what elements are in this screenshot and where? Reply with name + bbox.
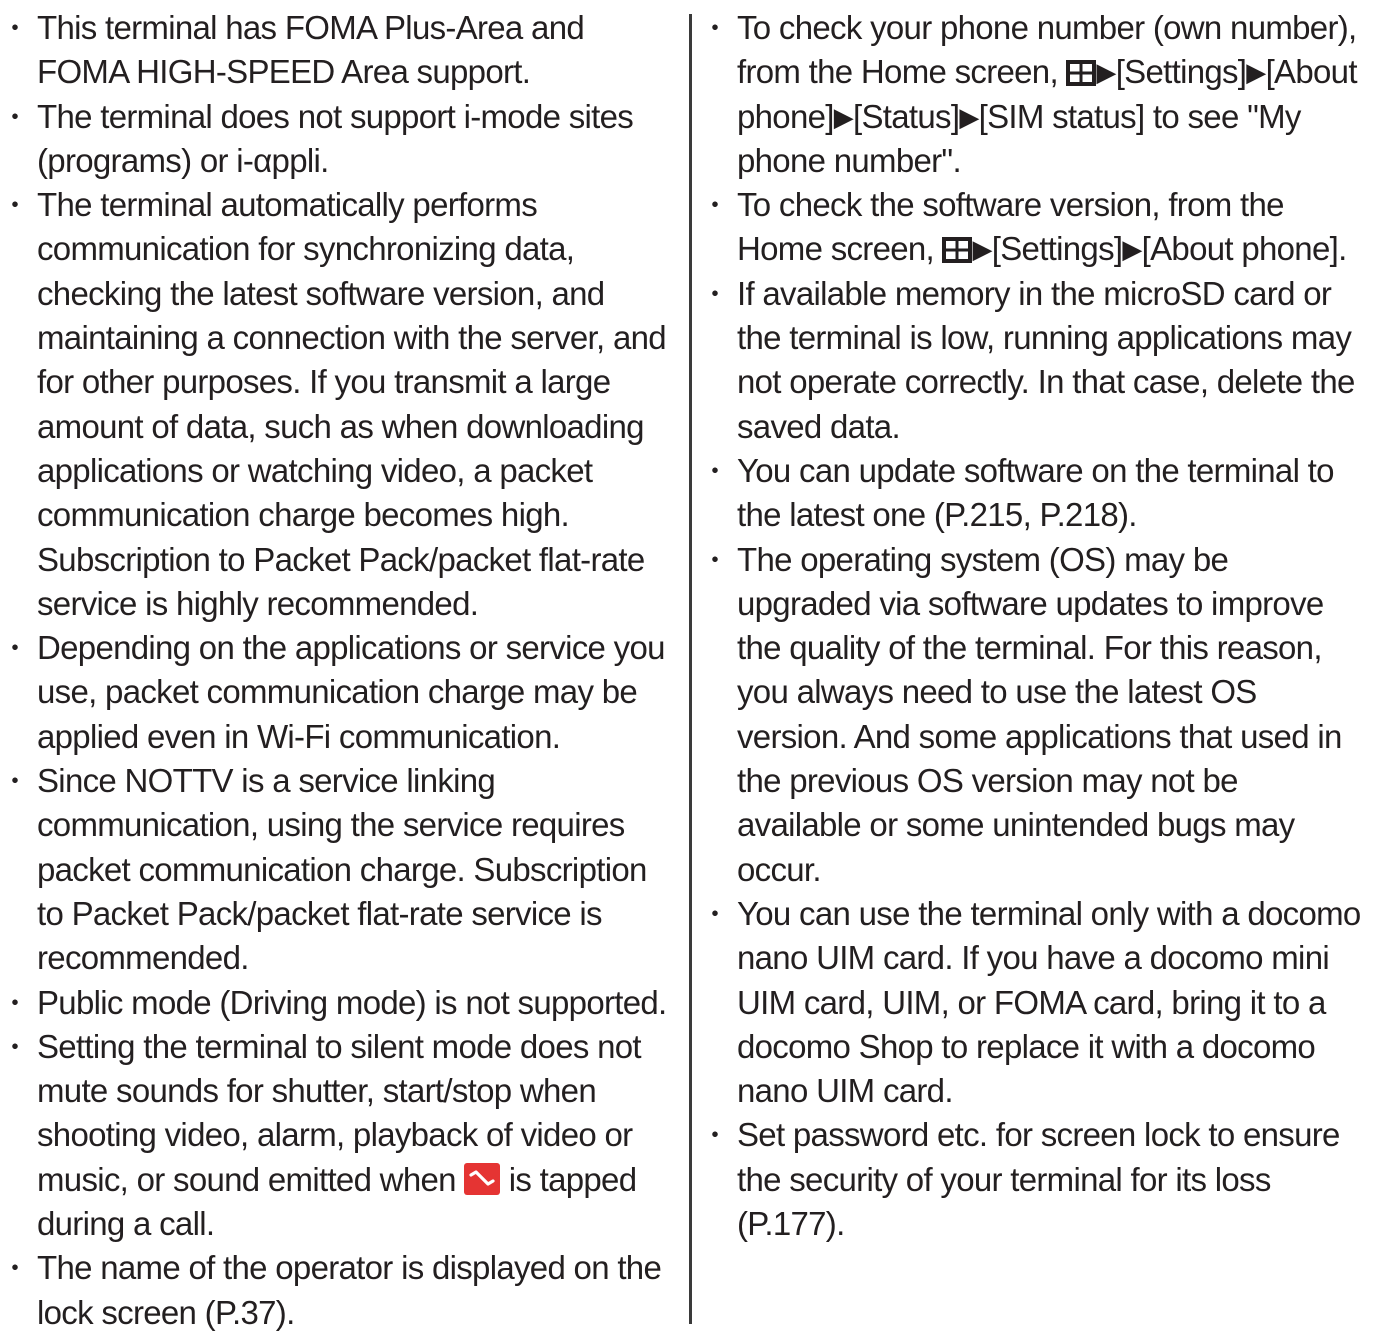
- list-item-phone-number: To check your phone number (own number),…: [702, 6, 1370, 183]
- list-item: Since NOTTV is a service linking communi…: [2, 759, 670, 980]
- item-text: [Status]: [853, 97, 960, 135]
- arrow-right-icon: ▶: [833, 101, 854, 132]
- end-call-icon: [464, 1162, 501, 1195]
- apps-grid-icon: [1066, 53, 1097, 87]
- left-column: This terminal has FOMA Plus-Area and FOM…: [2, 6, 670, 1335]
- list-item: The operating system (OS) may be upgrade…: [702, 538, 1370, 892]
- list-item: This terminal has FOMA Plus-Area and FOM…: [2, 6, 670, 95]
- list-item: If available memory in the microSD card …: [702, 272, 1370, 449]
- left-bullet-list: This terminal has FOMA Plus-Area and FOM…: [2, 6, 670, 1335]
- list-item: The name of the operator is displayed on…: [2, 1246, 670, 1335]
- right-bullet-list: To check your phone number (own number),…: [702, 6, 1370, 1246]
- item-text: [Settings]: [1115, 53, 1247, 91]
- list-item: You can update software on the terminal …: [702, 449, 1370, 538]
- list-item-software-version: To check the software version, from the …: [702, 183, 1370, 272]
- arrow-right-icon: ▶: [1122, 234, 1142, 265]
- column-divider: [689, 14, 692, 1324]
- item-text: [About phone].: [1141, 230, 1348, 268]
- arrow-right-icon: ▶: [959, 101, 979, 132]
- arrow-right-icon: ▶: [972, 234, 992, 265]
- list-item: Public mode (Driving mode) is not suppor…: [2, 981, 670, 1026]
- list-item: The terminal automatically performs comm…: [2, 183, 670, 626]
- list-item-silent-mode: Setting the terminal to silent mode does…: [2, 1025, 670, 1246]
- list-item: Depending on the applications or service…: [2, 626, 670, 759]
- list-item: You can use the terminal only with a doc…: [702, 892, 1370, 1113]
- item-text: [Settings]: [991, 230, 1123, 268]
- arrow-right-icon: ▶: [1096, 57, 1116, 88]
- list-item: Set password etc. for screen lock to ens…: [702, 1113, 1370, 1246]
- arrow-right-icon: ▶: [1246, 57, 1266, 88]
- right-column: To check your phone number (own number),…: [702, 6, 1370, 1246]
- list-item: The terminal does not support i-mode sit…: [2, 95, 670, 184]
- apps-grid-icon: [942, 230, 973, 264]
